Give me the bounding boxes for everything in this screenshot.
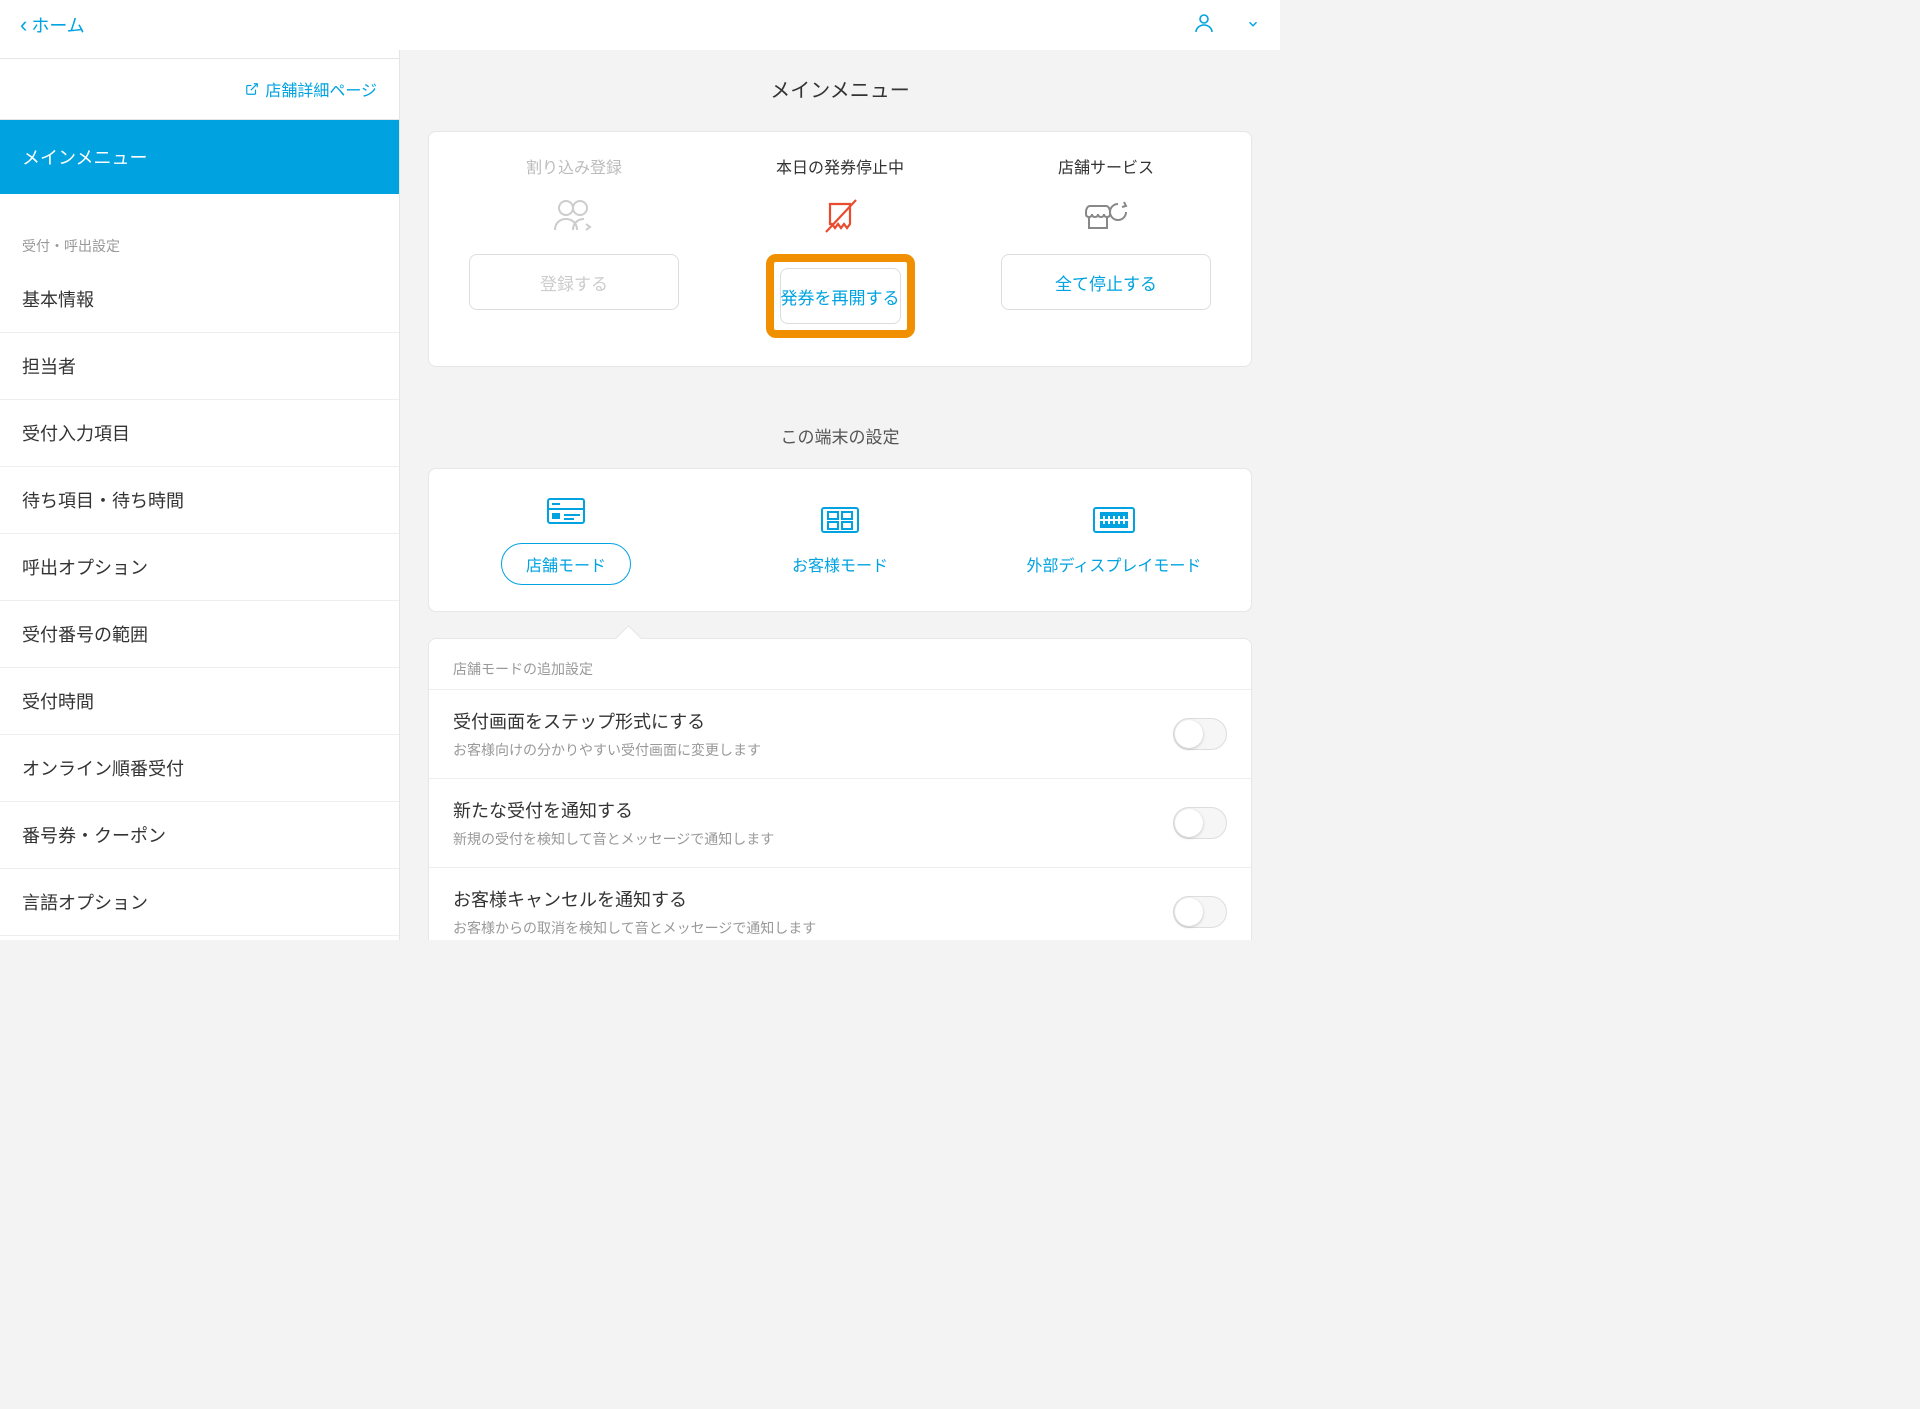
- mode-customer[interactable]: お客様モード: [703, 502, 977, 576]
- sidebar-item-basic[interactable]: 基本情報: [0, 266, 399, 333]
- sidebar-top: 店舗詳細ページ: [0, 58, 399, 120]
- display-mode-icon: [1090, 502, 1138, 538]
- sidebar-item-label: 基本情報: [22, 290, 94, 310]
- topbar: ‹ ホーム: [0, 0, 1280, 50]
- main-actions-card: 割り込み登録 登録する 本日の発券停止中: [428, 131, 1252, 367]
- user-icon[interactable]: [1192, 11, 1216, 40]
- settings-subhead: 店舗モードの追加設定: [429, 639, 1251, 689]
- setting-title: お客様キャンセルを通知する: [453, 886, 1173, 912]
- back-button[interactable]: ‹ ホーム: [20, 12, 85, 38]
- sidebar-item-label: 受付時間: [22, 692, 94, 712]
- sidebar-item-wait[interactable]: 待ち項目・待ち時間: [0, 467, 399, 534]
- mode-label-customer: お客様モード: [792, 552, 888, 576]
- store-mode-icon: [544, 493, 588, 529]
- setting-row-notify-new: 新たな受付を通知する 新規の受付を検知して音とメッセージで通知します: [429, 778, 1251, 867]
- mode-display[interactable]: 外部ディスプレイモード: [977, 502, 1251, 576]
- stop-all-button[interactable]: 全て停止する: [1001, 254, 1211, 310]
- store-detail-link[interactable]: 店舗詳細ページ: [245, 77, 377, 101]
- sidebar-item-label: 担当者: [22, 357, 76, 377]
- sidebar-item-label: 待ち項目・待ち時間: [22, 491, 184, 511]
- people-icon: [550, 194, 598, 238]
- toggle-notify-new[interactable]: [1173, 807, 1227, 839]
- sidebar: 店舗詳細ページ メインメニュー 受付・呼出設定 基本情報 担当者 受付入力項目 …: [0, 50, 400, 940]
- action-label: 店舗サービス: [1058, 154, 1154, 178]
- setting-desc: お客様からの取消を検知して音とメッセージで通知します: [453, 918, 1173, 938]
- setting-row-step: 受付画面をステップ形式にする お客様向けの分かりやすい受付画面に変更します: [429, 689, 1251, 778]
- sidebar-item-online[interactable]: オンライン順番受付: [0, 735, 399, 802]
- ticket-stopped-icon: [816, 194, 864, 238]
- mode-card: 店舗モード お客様モード: [428, 468, 1252, 612]
- setting-row-notify-cancel: お客様キャンセルを通知する お客様からの取消を検知して音とメッセージで通知します: [429, 867, 1251, 940]
- sidebar-item-input[interactable]: 受付入力項目: [0, 400, 399, 467]
- chevron-left-icon: ‹: [20, 12, 27, 38]
- sidebar-item-ticket[interactable]: 番号券・クーポン: [0, 802, 399, 869]
- chevron-down-icon[interactable]: [1246, 17, 1260, 34]
- sidebar-item-hours[interactable]: 受付時間: [0, 668, 399, 735]
- main: メインメニュー 割り込み登録 登録する: [400, 50, 1280, 940]
- sidebar-item-lang[interactable]: 言語オプション: [0, 869, 399, 936]
- sidebar-item-main-menu[interactable]: メインメニュー: [0, 120, 399, 194]
- mode-label-store: 店舗モード: [501, 543, 631, 585]
- store-detail-label: 店舗詳細ページ: [265, 77, 377, 101]
- action-label: 割り込み登録: [526, 154, 622, 178]
- sidebar-item-label: 受付番号の範囲: [22, 625, 148, 645]
- store-refresh-icon: [1080, 194, 1132, 238]
- sidebar-item-call-opt[interactable]: 呼出オプション: [0, 534, 399, 601]
- register-button: 登録する: [469, 254, 679, 310]
- sidebar-item-label: 言語オプション: [22, 893, 148, 913]
- toggle-notify-cancel[interactable]: [1173, 896, 1227, 928]
- action-label: 本日の発券停止中: [776, 154, 904, 178]
- setting-desc: お客様向けの分かりやすい受付画面に変更します: [453, 740, 1173, 760]
- sidebar-item-label: 受付入力項目: [22, 424, 130, 444]
- external-link-icon: [245, 82, 259, 96]
- topbar-right: [1192, 11, 1260, 40]
- sidebar-section-header: 受付・呼出設定: [0, 222, 399, 266]
- sidebar-item-staff[interactable]: 担当者: [0, 333, 399, 400]
- settings-card: 店舗モードの追加設定 受付画面をステップ形式にする お客様向けの分かりやすい受付…: [428, 638, 1252, 940]
- sidebar-item-label: メインメニュー: [22, 148, 147, 168]
- setting-title: 新たな受付を通知する: [453, 797, 1173, 823]
- toggle-step[interactable]: [1173, 718, 1227, 750]
- sidebar-item-label: オンライン順番受付: [22, 759, 184, 779]
- main-title: メインメニュー: [400, 50, 1280, 131]
- action-col-ticket: 本日の発券停止中 発券を再開する: [719, 154, 961, 338]
- sidebar-item-label: 呼出オプション: [22, 558, 148, 578]
- back-label: ホーム: [31, 12, 84, 38]
- mode-store[interactable]: 店舗モード: [429, 493, 703, 585]
- action-col-service: 店舗サービス 全て停止する: [985, 154, 1227, 338]
- device-settings-title: この端末の設定: [400, 397, 1280, 468]
- mode-label-display: 外部ディスプレイモード: [1027, 552, 1202, 576]
- sidebar-item-number-range[interactable]: 受付番号の範囲: [0, 601, 399, 668]
- resume-ticket-button[interactable]: 発券を再開する: [780, 268, 901, 324]
- highlight-ring: 発券を再開する: [766, 254, 915, 338]
- sidebar-item-label: 番号券・クーポン: [22, 826, 166, 846]
- action-col-interrupt: 割り込み登録 登録する: [453, 154, 695, 338]
- setting-title: 受付画面をステップ形式にする: [453, 708, 1173, 734]
- customer-mode-icon: [818, 502, 862, 538]
- setting-desc: 新規の受付を検知して音とメッセージで通知します: [453, 829, 1173, 849]
